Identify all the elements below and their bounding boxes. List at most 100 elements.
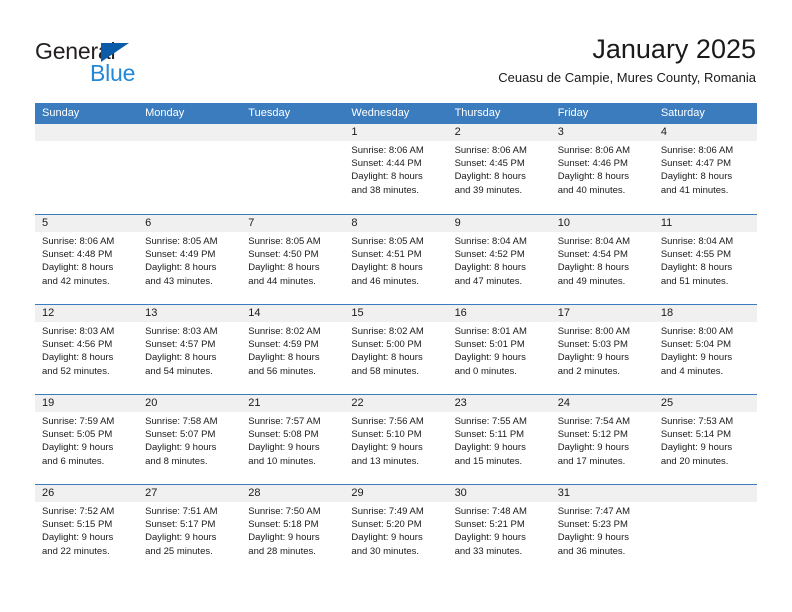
day-detail-line: Sunrise: 8:06 AM — [557, 145, 631, 156]
day-detail-line: Sunset: 5:23 PM — [557, 519, 628, 531]
day-detail-line: Sunrise: 7:50 AM — [248, 506, 321, 517]
day-number: 26 — [35, 485, 139, 502]
day-detail-line: Daylight: 9 hours — [557, 532, 629, 544]
day-detail-line: Daylight: 9 hours — [42, 442, 114, 454]
day-number — [653, 485, 757, 502]
day-cell[interactable]: 13 Sunrise: 8:03 AM Sunset: 4:57 PM Dayligh… — [138, 305, 242, 394]
day-detail-line: Sunrise: 8:02 AM — [351, 326, 424, 337]
day-cell[interactable]: 5 Sunrise: 8:06 AM Sunset: 4:48 PM Daylight… — [35, 215, 139, 304]
day-detail-line: Daylight: 9 hours — [351, 532, 423, 544]
day-detail-line: and 42 minutes. — [42, 275, 110, 287]
day-cell[interactable]: 29 Sunrise: 7:49 AM Sunset: 5:20 PM Dayligh… — [344, 485, 448, 574]
day-cell[interactable]: 24 Sunrise: 7:54 AM Sunset: 5:12 PM Dayligh… — [550, 395, 654, 484]
day-cell[interactable]: 8 Sunrise: 8:05 AM Sunset: 4:51 PM Daylight… — [344, 215, 448, 304]
day-detail-line: Sunset: 4:54 PM — [557, 249, 628, 261]
day-cell-empty — [241, 124, 345, 213]
day-details: Sunrise: 8:04 AM Sunset: 4:54 PM Daylight:… — [551, 232, 654, 288]
day-cell[interactable]: 12 Sunrise: 8:03 AM Sunset: 4:56 PM Dayligh… — [35, 305, 139, 394]
day-cell[interactable]: 23 Sunrise: 7:55 AM Sunset: 5:11 PM Dayligh… — [447, 395, 551, 484]
day-detail-line: Sunrise: 7:53 AM — [660, 416, 734, 427]
weekday-tuesday: Tuesday — [248, 107, 291, 119]
day-detail-line: Sunrise: 8:06 AM — [42, 236, 115, 247]
day-number: 29 — [344, 485, 448, 502]
day-cell[interactable]: 9 Sunrise: 8:04 AM Sunset: 4:52 PM Daylight… — [447, 215, 551, 304]
day-detail-line: Daylight: 8 hours — [557, 262, 629, 274]
day-detail-line: Daylight: 8 hours — [351, 352, 423, 364]
day-details: Sunrise: 8:04 AM Sunset: 4:52 PM Daylight:… — [448, 232, 551, 288]
day-detail-line: Daylight: 8 hours — [454, 171, 526, 183]
day-detail-line: Sunrise: 8:00 AM — [557, 326, 631, 337]
calendar-grid: Sunday Monday Tuesday Wednesday Thursday… — [35, 103, 757, 574]
day-details: Sunrise: 8:02 AM Sunset: 4:59 PM Daylight:… — [241, 322, 344, 378]
day-detail-line: Sunrise: 8:06 AM — [454, 145, 527, 156]
day-cell[interactable]: 11 Sunrise: 8:04 AM Sunset: 4:55 PM Dayligh… — [653, 215, 757, 304]
day-cell[interactable]: 30 Sunrise: 7:48 AM Sunset: 5:21 PM Dayligh… — [447, 485, 551, 574]
day-cell[interactable]: 31 Sunrise: 7:47 AM Sunset: 5:23 PM Dayligh… — [550, 485, 654, 574]
day-number: 22 — [344, 395, 448, 412]
calendar-week-row: 26 Sunrise: 7:52 AM Sunset: 5:15 PM Dayligh… — [35, 484, 757, 574]
day-detail-line: Daylight: 8 hours — [145, 352, 217, 364]
day-detail-line: Sunrise: 8:04 AM — [660, 236, 734, 247]
day-details: Sunrise: 8:06 AM Sunset: 4:46 PM Daylight:… — [551, 141, 654, 197]
day-cell[interactable]: 19 Sunrise: 7:59 AM Sunset: 5:05 PM Dayligh… — [35, 395, 139, 484]
day-details: Sunrise: 8:06 AM Sunset: 4:44 PM Daylight:… — [344, 141, 447, 197]
day-detail-line: Sunset: 5:03 PM — [557, 339, 628, 351]
day-cell[interactable]: 16 Sunrise: 8:01 AM Sunset: 5:01 PM Dayligh… — [447, 305, 551, 394]
day-cell[interactable]: 4 Sunrise: 8:06 AM Sunset: 4:47 PM Daylight… — [653, 124, 757, 213]
day-detail-line: Sunrise: 7:48 AM — [454, 506, 527, 517]
day-number: 14 — [241, 305, 345, 322]
day-detail-line: Sunrise: 8:02 AM — [248, 326, 321, 337]
day-detail-line: Sunset: 4:45 PM — [454, 158, 525, 170]
day-detail-line: Sunrise: 8:01 AM — [454, 326, 527, 337]
day-cell[interactable]: 2 Sunrise: 8:06 AM Sunset: 4:45 PM Daylight… — [447, 124, 551, 213]
day-cell[interactable]: 18 Sunrise: 8:00 AM Sunset: 5:04 PM Dayligh… — [653, 305, 757, 394]
day-cell[interactable]: 15 Sunrise: 8:02 AM Sunset: 5:00 PM Dayligh… — [344, 305, 448, 394]
day-cell[interactable]: 22 Sunrise: 7:56 AM Sunset: 5:10 PM Dayligh… — [344, 395, 448, 484]
day-details: Sunrise: 7:48 AM Sunset: 5:21 PM Daylight:… — [448, 502, 551, 558]
day-detail-line: Sunset: 5:21 PM — [454, 519, 525, 531]
day-cell[interactable]: 3 Sunrise: 8:06 AM Sunset: 4:46 PM Daylight… — [550, 124, 654, 213]
day-detail-line: Sunrise: 7:59 AM — [42, 416, 115, 427]
day-cell[interactable]: 6 Sunrise: 8:05 AM Sunset: 4:49 PM Daylight… — [138, 215, 242, 304]
day-detail-line: Sunset: 4:49 PM — [145, 249, 216, 261]
day-details: Sunrise: 7:53 AM Sunset: 5:14 PM Daylight:… — [654, 412, 757, 468]
day-number: 16 — [447, 305, 551, 322]
day-cell[interactable]: 26 Sunrise: 7:52 AM Sunset: 5:15 PM Dayligh… — [35, 485, 139, 574]
day-number: 27 — [138, 485, 242, 502]
day-number: 2 — [447, 124, 551, 141]
day-detail-line: Daylight: 8 hours — [557, 171, 629, 183]
day-number: 20 — [138, 395, 242, 412]
day-number: 10 — [550, 215, 654, 232]
day-cell[interactable]: 28 Sunrise: 7:50 AM Sunset: 5:18 PM Dayligh… — [241, 485, 345, 574]
day-detail-line: Sunset: 5:10 PM — [351, 429, 422, 441]
day-cell[interactable]: 20 Sunrise: 7:58 AM Sunset: 5:07 PM Dayligh… — [138, 395, 242, 484]
general-blue-logo[interactable]: General Blue — [35, 38, 215, 86]
day-details: Sunrise: 7:51 AM Sunset: 5:17 PM Daylight:… — [138, 502, 241, 558]
day-number: 23 — [447, 395, 551, 412]
day-details — [35, 141, 138, 144]
day-detail-line: Daylight: 9 hours — [248, 442, 320, 454]
day-cell[interactable]: 14 Sunrise: 8:02 AM Sunset: 4:59 PM Dayligh… — [241, 305, 345, 394]
weekday-sunday: Sunday — [42, 107, 80, 119]
day-cell[interactable]: 17 Sunrise: 8:00 AM Sunset: 5:03 PM Dayligh… — [550, 305, 654, 394]
day-cell[interactable]: 1 Sunrise: 8:06 AM Sunset: 4:44 PM Daylight… — [344, 124, 448, 213]
day-cell[interactable]: 27 Sunrise: 7:51 AM Sunset: 5:17 PM Dayligh… — [138, 485, 242, 574]
day-number: 12 — [35, 305, 139, 322]
day-detail-line: Sunrise: 7:51 AM — [145, 506, 218, 517]
day-detail-line: Sunrise: 8:04 AM — [454, 236, 527, 247]
day-cell[interactable]: 25 Sunrise: 7:53 AM Sunset: 5:14 PM Dayligh… — [653, 395, 757, 484]
day-detail-line: Daylight: 9 hours — [145, 442, 217, 454]
calendar-week-row: 1 Sunrise: 8:06 AM Sunset: 4:44 PM Daylight… — [35, 124, 757, 214]
day-number: 6 — [138, 215, 242, 232]
day-detail-line: and 33 minutes. — [454, 545, 523, 557]
day-detail-line: Daylight: 9 hours — [145, 532, 217, 544]
day-cell[interactable]: 21 Sunrise: 7:57 AM Sunset: 5:08 PM Dayligh… — [241, 395, 345, 484]
day-detail-line: Daylight: 8 hours — [351, 262, 423, 274]
day-number: 11 — [653, 215, 757, 232]
day-cell[interactable]: 10 Sunrise: 8:04 AM Sunset: 4:54 PM Dayligh… — [550, 215, 654, 304]
day-number: 25 — [653, 395, 757, 412]
day-cell[interactable]: 7 Sunrise: 8:05 AM Sunset: 4:50 PM Daylight… — [241, 215, 345, 304]
day-detail-line: Daylight: 9 hours — [42, 532, 114, 544]
day-detail-line: Sunset: 5:17 PM — [145, 519, 216, 531]
day-number: 9 — [447, 215, 551, 232]
